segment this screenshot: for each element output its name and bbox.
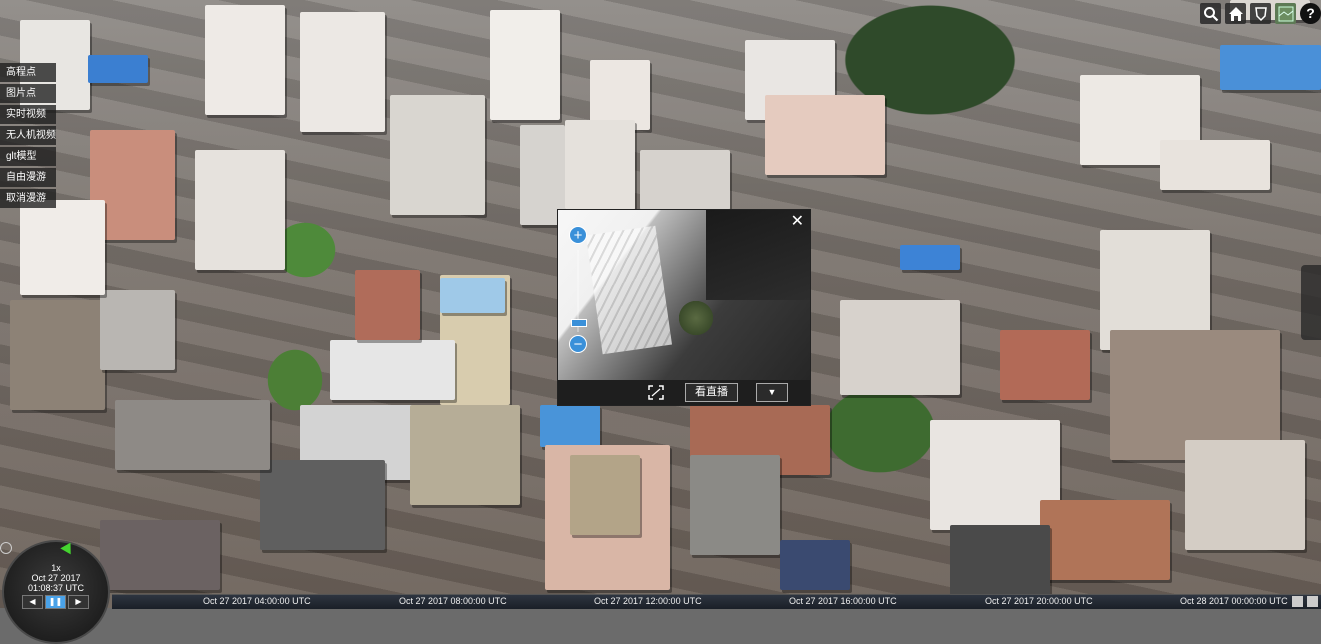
video-control-bar: 看直播 ▼ [558, 380, 810, 405]
home-button[interactable] [1225, 3, 1246, 24]
search-button[interactable] [1200, 3, 1221, 24]
menu-item-glt-model[interactable]: glt模型 [0, 147, 56, 166]
side-panel-toggle[interactable] [1301, 265, 1321, 340]
timeline-label: Oct 27 2017 16:00:00 UTC [789, 596, 897, 606]
help-button[interactable]: ? [1300, 3, 1321, 24]
base-layer-button[interactable] [1275, 3, 1296, 24]
play-forward-button[interactable]: ▶ [68, 595, 89, 609]
menu-item-image-point[interactable]: 图片点 [0, 84, 56, 103]
zoom-out-button[interactable]: − [569, 335, 587, 353]
zoom-in-button[interactable]: + [569, 226, 587, 244]
timeline-label: Oct 28 2017 00:00:00 UTC [1180, 596, 1288, 606]
clock-reset-icon[interactable] [0, 542, 12, 554]
fullscreen-icon[interactable] [648, 385, 664, 400]
play-reverse-button[interactable]: ◀ [22, 595, 43, 609]
shield-icon [1254, 6, 1267, 21]
video-popup: ✕ + − 看直播 ▼ [557, 209, 811, 406]
menu-item-elevation-point[interactable]: 高程点 [0, 63, 56, 82]
home-icon [1228, 6, 1243, 21]
toolbar: ? [1200, 3, 1321, 24]
timeline-label: Oct 27 2017 04:00:00 UTC [203, 596, 311, 606]
fullscreen-button[interactable] [1307, 596, 1318, 607]
clock-speed: 1x [51, 563, 61, 573]
close-icon[interactable]: ✕ [791, 214, 804, 230]
timeline-label: Oct 27 2017 20:00:00 UTC [985, 596, 1093, 606]
timeline-label: Oct 27 2017 08:00:00 UTC [399, 596, 507, 606]
left-menu: 高程点 图片点 实时视频 无人机视频 glt模型 自由漫游 取消漫游 [0, 63, 56, 210]
clock-controls: ◀ ❚❚ ▶ [22, 595, 89, 609]
navigation-button[interactable] [1250, 3, 1271, 24]
timeline[interactable]: Oct 27 2017 04:00:00 UTC Oct 27 2017 08:… [112, 594, 1321, 609]
pause-button[interactable]: ❚❚ [45, 595, 66, 609]
map-layer-icon [1278, 6, 1293, 21]
video-content-plant [676, 298, 716, 338]
video-frame [558, 210, 810, 380]
video-content-shelf [585, 225, 673, 355]
timeline-label: Oct 27 2017 12:00:00 UTC [594, 596, 702, 606]
animation-clock: 1x Oct 27 2017 01:08:37 UTC ◀ ❚❚ ▶ [0, 536, 112, 644]
zoom-slider-handle[interactable] [571, 319, 587, 327]
video-dropdown-button[interactable]: ▼ [756, 383, 788, 402]
timeline-zoom-button[interactable] [1292, 596, 1303, 607]
menu-item-free-roam[interactable]: 自由漫游 [0, 168, 56, 187]
menu-item-drone-video[interactable]: 无人机视频 [0, 126, 56, 145]
clock-time: 01:08:37 UTC [27, 583, 85, 593]
search-icon [1203, 6, 1218, 21]
clock-date: Oct 27 2017 [31, 573, 81, 583]
help-icon: ? [1306, 5, 1315, 21]
watch-live-button[interactable]: 看直播 [685, 383, 738, 402]
menu-item-cancel-roam[interactable]: 取消漫游 [0, 189, 56, 208]
menu-item-live-video[interactable]: 实时视频 [0, 105, 56, 124]
